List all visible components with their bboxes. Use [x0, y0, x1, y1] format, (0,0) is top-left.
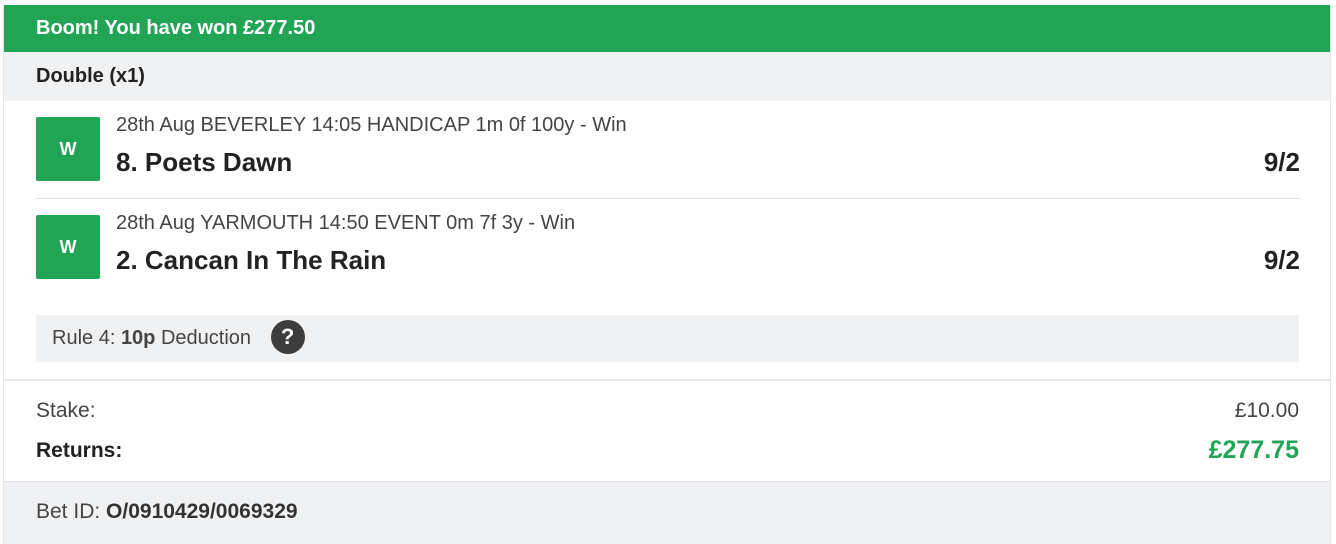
help-icon[interactable]: ? — [270, 320, 305, 355]
selection-row: W 28th Aug BEVERLEY 14:05 HANDICAP 1m 0f… — [36, 101, 1300, 198]
win-result-badge: W — [36, 215, 100, 279]
stake-value: £10.00 — [1234, 399, 1299, 422]
rule4-prefix: Rule 4: — [52, 327, 116, 349]
selection-description: 28th Aug YARMOUTH 14:50 EVENT 0m 7f 3y -… — [116, 212, 576, 234]
selection-odds: 9/2 — [1263, 147, 1300, 177]
returns-label: Returns: — [36, 439, 123, 462]
selection-name: 2. Cancan In The Rain — [116, 245, 387, 275]
selection-row: W 28th Aug YARMOUTH 14:50 EVENT 0m 7f 3y… — [36, 198, 1300, 296]
selection-description: 28th Aug BEVERLEY 14:05 HANDICAP 1m 0f 1… — [116, 114, 627, 136]
returns-row: Returns: £277.75 — [36, 436, 1299, 464]
section-divider — [4, 379, 1330, 381]
bet-type-label: Double (x1) — [36, 65, 145, 87]
stake-row: Stake: £10.00 — [36, 399, 1299, 423]
rule4-deduction-bar: Rule 4: 10p Deduction ? — [36, 315, 1299, 362]
rule4-amount: 10p — [120, 327, 156, 349]
bet-type-header: Double (x1) — [4, 52, 1330, 101]
bet-id-footer: Bet ID: O/0910429/0069329 — [4, 481, 1330, 544]
win-banner-text: Boom! You have won £277.50 — [36, 17, 316, 39]
win-banner: Boom! You have won £277.50 — [4, 5, 1330, 52]
bet-receipt-card: Boom! You have won £277.50 Double (x1) W… — [3, 5, 1331, 544]
returns-value: £277.75 — [1208, 436, 1299, 464]
selection-name: 8. Poets Dawn — [116, 147, 293, 177]
selection-odds: 9/2 — [1263, 245, 1300, 275]
stake-label: Stake: — [36, 399, 96, 422]
win-result-badge: W — [36, 117, 100, 181]
bet-id-value: O/0910429/0069329 — [106, 500, 298, 523]
bet-id-label: Bet ID: — [36, 500, 101, 523]
rule4-suffix: Deduction — [160, 327, 252, 349]
